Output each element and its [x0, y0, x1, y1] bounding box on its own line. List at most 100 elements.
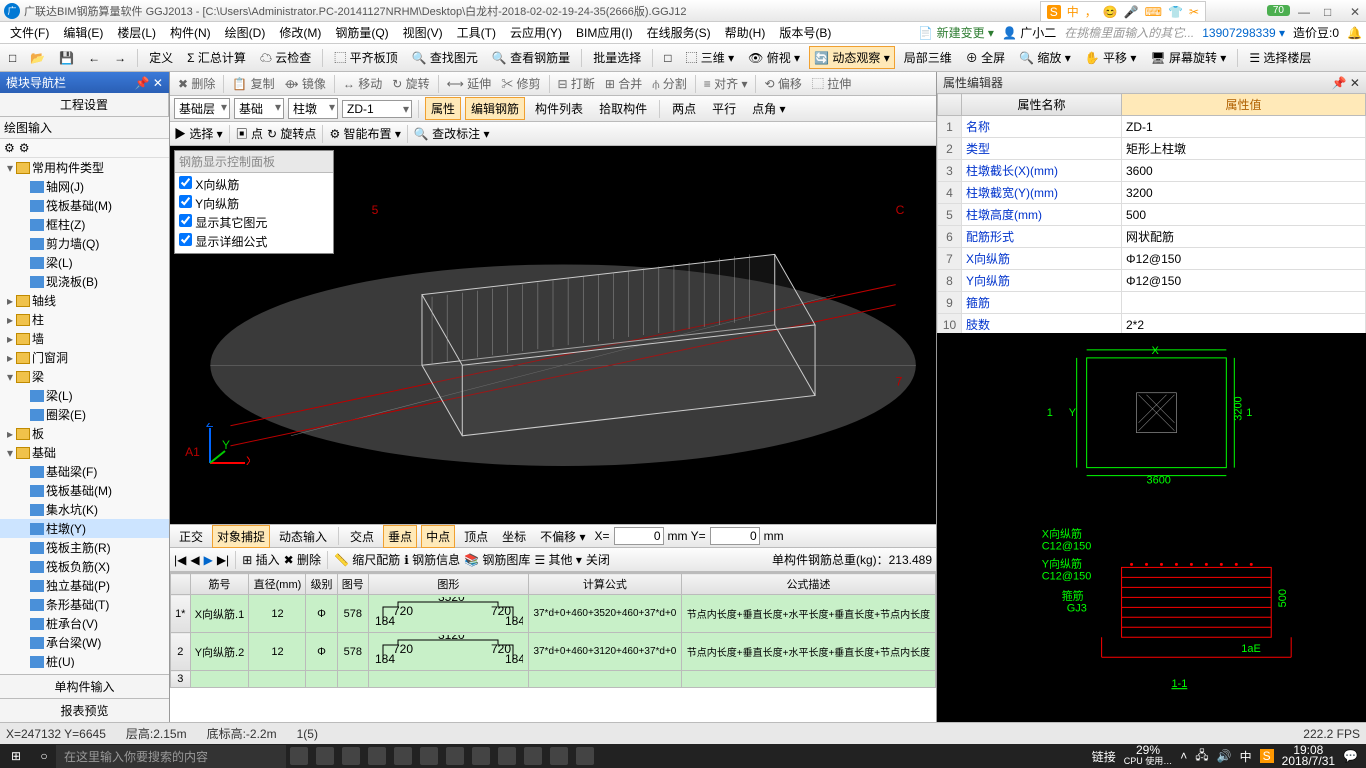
section-view[interactable]: X Y 3600 3200 1 1 X向纵筋 C12@150 Y向纵筋 C12@… [937, 333, 1366, 722]
combo-type[interactable]: 柱墩 [288, 98, 338, 119]
draw-input-tab[interactable]: 绘图输入 [0, 117, 169, 139]
tray-link[interactable]: 链接 [1092, 748, 1116, 765]
tree-node[interactable]: ▸轴线 [0, 291, 169, 310]
tb-redo[interactable]: → [109, 48, 131, 68]
et-merge[interactable]: ⊞ 合并 [601, 74, 646, 93]
snap-perp[interactable]: 垂点 [383, 525, 417, 548]
tray-up-icon[interactable]: ˄ [1180, 749, 1187, 763]
tab-project-settings[interactable]: 工程设置 [0, 93, 169, 116]
rt-last[interactable]: ▶| [217, 553, 229, 567]
tb-sum[interactable]: Σ 汇总计算 [182, 46, 251, 69]
btn-point[interactable]: ▣ 点 [236, 125, 263, 142]
tab-report[interactable]: 报表预览 [0, 698, 169, 722]
tree-node[interactable]: 现浇板(B) [0, 272, 169, 291]
et-trim[interactable]: ✂ 修剪 [497, 74, 544, 93]
user-button[interactable]: 👤 广小二 [1002, 24, 1056, 41]
tree-node[interactable]: 梁(L) [0, 386, 169, 405]
app6[interactable] [420, 747, 438, 765]
app3[interactable] [342, 747, 360, 765]
tray-lang[interactable]: 中 [1240, 748, 1252, 765]
app12[interactable] [576, 747, 594, 765]
tree-node[interactable]: 筏板主筋(R) [0, 538, 169, 557]
et-extend[interactable]: ⟷ 延伸 [443, 74, 496, 93]
tb-orbit[interactable]: 🔄 动态观察 ▾ [809, 46, 895, 69]
tree-node[interactable]: ▾常用构件类型 [0, 158, 169, 177]
tree-node[interactable]: ▸门窗洞 [0, 348, 169, 367]
snap-nooffset[interactable]: 不偏移 ▾ [535, 525, 590, 548]
tree-node[interactable]: ▸墙 [0, 329, 169, 348]
tb-open[interactable]: 📂 [25, 48, 50, 68]
snap-vert[interactable]: 顶点 [459, 525, 493, 548]
snap-ortho[interactable]: 正交 [174, 525, 208, 548]
tb-batchsel[interactable]: 批量选择 [588, 46, 646, 69]
ime-tool-icon[interactable]: ✂ [1189, 5, 1199, 19]
x-input[interactable] [614, 527, 664, 545]
notif-badge[interactable]: 70 [1267, 5, 1290, 16]
menu-online[interactable]: 在线服务(S) [641, 22, 717, 43]
tree-node[interactable]: 集水坑(K) [0, 500, 169, 519]
tray-vol-icon[interactable]: 🔊 [1217, 749, 1232, 763]
tree-node[interactable]: 桩(U) [0, 652, 169, 668]
tree-node[interactable]: 基础梁(F) [0, 462, 169, 481]
menu-view[interactable]: 视图(V) [397, 22, 449, 43]
rt-first[interactable]: |◀ [174, 553, 186, 567]
rt-next[interactable]: ▶ [204, 553, 213, 567]
minimize-button[interactable]: — [1298, 5, 1310, 17]
et-offset[interactable]: ⟲ 偏移 [760, 74, 805, 93]
rt-other[interactable]: ☰ 其他 ▾ [534, 551, 581, 568]
tree-node[interactable]: ▾基础 [0, 443, 169, 462]
tree-node[interactable]: 梁(L) [0, 253, 169, 272]
app11[interactable] [550, 747, 568, 765]
et-delete[interactable]: ✖ 删除 [174, 74, 219, 93]
app5[interactable] [394, 747, 412, 765]
et-split[interactable]: ⫛ 分割 [648, 74, 690, 93]
rt-prev[interactable]: ◀ [190, 553, 199, 567]
prop-pin[interactable]: 📌 ✕ [1332, 76, 1360, 90]
menu-draw[interactable]: 绘图(D) [219, 22, 272, 43]
menu-modify[interactable]: 修改(M) [273, 22, 327, 43]
et-move[interactable]: ↔ 移动 [339, 74, 386, 93]
rt-scale[interactable]: 📏 缩尺配筋 [334, 551, 400, 568]
tree-node[interactable]: ▾梁 [0, 367, 169, 386]
tree-node[interactable]: 独立基础(P) [0, 576, 169, 595]
tree-node[interactable]: ▸板 [0, 424, 169, 443]
tree-node[interactable]: 筏板基础(M) [0, 196, 169, 215]
menu-bim[interactable]: BIM应用(I) [570, 22, 639, 43]
tb-3d[interactable]: ⬚ 三维 ▾ [680, 46, 739, 69]
tree-node[interactable]: 圈梁(E) [0, 405, 169, 424]
btn-2pt[interactable]: 两点 [666, 97, 702, 120]
cortana-icon[interactable]: ○ [32, 749, 56, 763]
btn-parallel[interactable]: 平行 [706, 97, 742, 120]
bell-icon[interactable]: 🔔 [1347, 26, 1362, 40]
app10[interactable] [524, 747, 542, 765]
snap-osnap[interactable]: 对象捕捉 [212, 525, 270, 548]
global-search[interactable]: 在挑檐里面输入的其它... [1064, 24, 1194, 41]
tb-define[interactable]: 定义 [144, 46, 178, 69]
combo-category[interactable]: 基础 [234, 98, 284, 119]
rt-insert[interactable]: ⊞ 插入 [242, 551, 279, 568]
tb-cloudcheck[interactable]: ☁ 云检查 [255, 46, 316, 69]
et-copy[interactable]: 📋 复制 [228, 74, 278, 93]
ime-emoji-icon[interactable]: 😊 [1103, 5, 1118, 19]
account-phone[interactable]: 13907298339 ▾ [1202, 26, 1285, 40]
tree-node[interactable]: 轴网(J) [0, 177, 169, 196]
menu-floor[interactable]: 楼层(L) [111, 22, 162, 43]
menu-component[interactable]: 构件(N) [164, 22, 217, 43]
btn-annot[interactable]: 🔍 查改标注 ▾ [414, 125, 490, 142]
menu-rebar[interactable]: 钢筋量(Q) [329, 22, 394, 43]
tree-node[interactable]: 承台梁(W) [0, 633, 169, 652]
app1[interactable] [290, 747, 308, 765]
start-button[interactable]: ⊞ [0, 744, 32, 768]
property-grid[interactable]: 属性名称属性值1名称ZD-12类型矩形上柱墩3柱墩截长(X)(mm)36004柱… [937, 93, 1366, 333]
btn-attr[interactable]: 属性 [425, 97, 461, 120]
rt-info[interactable]: ℹ 钢筋信息 [404, 551, 460, 568]
btn-rotpt[interactable]: ↻ 旋转点 [267, 125, 316, 142]
rt-delete[interactable]: ✖ 删除 [284, 551, 321, 568]
tree-node[interactable]: 柱墩(Y) [0, 519, 169, 538]
tab-single-input[interactable]: 单构件输入 [0, 674, 169, 698]
tb-local3d[interactable]: 局部三维 [899, 46, 957, 69]
tb-screenrot[interactable]: 🖥 屏幕旋转 ▾ [1145, 46, 1231, 69]
tb-aligntop[interactable]: ⬚ 平齐板顶 [329, 46, 402, 69]
btn-select[interactable]: ▶ 选择 ▾ [174, 125, 223, 142]
et-stretch[interactable]: ⬚ 拉伸 [808, 74, 855, 93]
